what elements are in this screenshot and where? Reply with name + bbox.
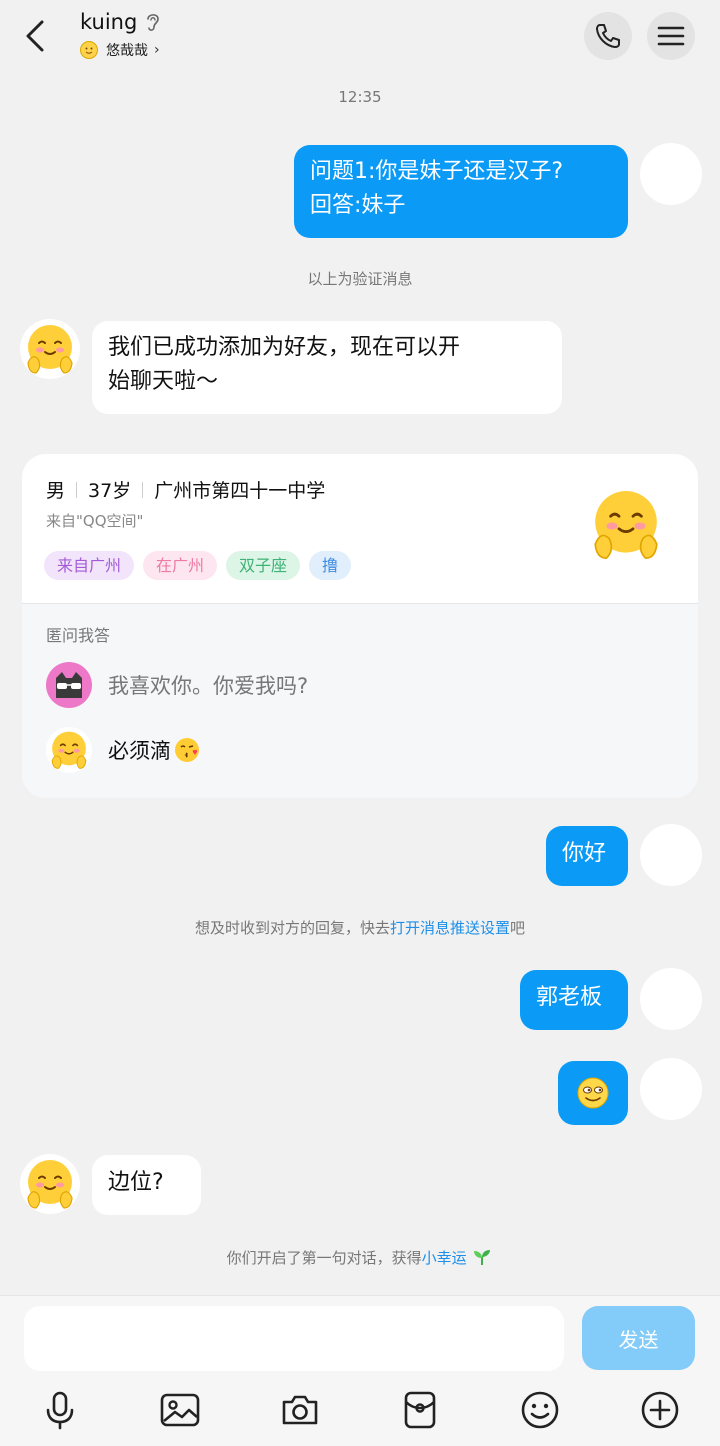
contact-name: kuing bbox=[80, 10, 138, 34]
contact-avatar[interactable] bbox=[20, 1154, 80, 1214]
profile-gender: 男 bbox=[46, 480, 66, 502]
profile-avatar[interactable] bbox=[584, 484, 668, 568]
qa-question: 我喜欢你。你爱我吗? bbox=[46, 662, 308, 708]
tag[interactable]: 双子座 bbox=[226, 551, 301, 580]
image-icon bbox=[160, 1393, 200, 1427]
message-bubble-outgoing[interactable]: 你好 bbox=[546, 826, 628, 886]
anonymous-avatar bbox=[46, 662, 92, 708]
contact-info[interactable]: kuing 悠哉哉 › bbox=[80, 10, 161, 60]
divider bbox=[76, 481, 78, 498]
qa-answer-text: 必须滴 bbox=[108, 739, 171, 763]
friend-added-line2: 始聊天啦～ bbox=[108, 369, 219, 394]
more-button[interactable] bbox=[638, 1388, 682, 1432]
hugging-face-icon bbox=[27, 1160, 73, 1209]
my-avatar[interactable] bbox=[640, 143, 702, 205]
status-text: 悠哉哉 bbox=[106, 43, 148, 59]
emoji-icon bbox=[521, 1391, 559, 1429]
camera-icon bbox=[282, 1395, 318, 1425]
input-bar: 发送 bbox=[0, 1295, 720, 1446]
message-bubble-outgoing[interactable] bbox=[558, 1061, 628, 1125]
qa-question-text: 我喜欢你。你爱我吗? bbox=[108, 674, 309, 698]
message-bubble-outgoing[interactable]: 郭老板 bbox=[520, 970, 628, 1030]
ear-icon bbox=[145, 11, 161, 33]
profile-tags: 来自广州 在广州 双子座 撸 bbox=[44, 551, 352, 580]
tag[interactable]: 来自广州 bbox=[44, 551, 135, 580]
message-bubble-incoming[interactable]: 我们已成功添加为好友，现在可以开 始聊天啦～ bbox=[92, 321, 562, 414]
profile-school: 广州市第四十一中学 bbox=[154, 480, 326, 502]
cat-sunglasses-icon bbox=[56, 672, 82, 698]
sprout-icon bbox=[474, 1250, 491, 1265]
smirk-emoji-icon bbox=[577, 1077, 609, 1109]
verify-question: 问题1:你是妹子还是汉子? bbox=[310, 159, 564, 184]
anonymous-qa-section[interactable]: 匿问我答 我喜欢你。你爱我吗? 必须滴 bbox=[22, 603, 698, 798]
tag[interactable]: 在广州 bbox=[143, 551, 218, 580]
lucky-link[interactable]: 小幸运 bbox=[422, 1249, 467, 1267]
divider bbox=[142, 481, 144, 498]
first-chat-note: 你们开启了第一句对话，获得小幸运 bbox=[0, 1247, 720, 1268]
profile-age: 37岁 bbox=[88, 480, 132, 502]
push-settings-hint: 想及时收到对方的回复，快去打开消息推送设置吧 bbox=[194, 919, 526, 937]
red-packet-button[interactable] bbox=[398, 1388, 442, 1432]
chevron-right-icon: › bbox=[154, 42, 160, 58]
chat-header: kuing 悠哉哉 › bbox=[0, 0, 720, 76]
verify-note: 以上为验证消息 bbox=[307, 270, 413, 288]
my-avatar[interactable] bbox=[640, 824, 702, 886]
phone-icon bbox=[596, 24, 620, 48]
voice-button[interactable] bbox=[38, 1388, 82, 1432]
message-input[interactable] bbox=[24, 1306, 564, 1371]
gallery-button[interactable] bbox=[158, 1388, 202, 1432]
plus-icon bbox=[641, 1391, 679, 1429]
back-button[interactable] bbox=[18, 16, 54, 56]
menu-icon bbox=[657, 26, 685, 46]
verify-answer: 回答:妹子 bbox=[310, 193, 406, 218]
profile-card[interactable]: 男 37岁 广州市第四十一中学 来自"QQ空间" 来自广州 在广州 双子座 撸 … bbox=[22, 454, 698, 798]
friend-added-line1: 我们已成功添加为好友，现在可以开 bbox=[108, 335, 461, 360]
message-bubble-outgoing[interactable]: 问题1:你是妹子还是汉子? 回答:妹子 bbox=[294, 145, 628, 238]
call-button[interactable] bbox=[584, 12, 632, 60]
back-arrow-icon bbox=[26, 20, 44, 52]
push-settings-link[interactable]: 打开消息推送设置 bbox=[390, 919, 510, 937]
emoji-button[interactable] bbox=[518, 1388, 562, 1432]
qa-answer: 必须滴 bbox=[46, 727, 201, 773]
tag[interactable]: 撸 bbox=[309, 551, 352, 580]
send-button[interactable]: 发送 bbox=[582, 1306, 695, 1370]
message-bubble-incoming[interactable]: 边位? bbox=[92, 1155, 201, 1215]
contact-avatar bbox=[46, 727, 92, 773]
contact-avatar[interactable] bbox=[20, 319, 80, 379]
my-avatar[interactable] bbox=[640, 968, 702, 1030]
hugging-face-icon bbox=[27, 325, 73, 374]
status-emoji-icon bbox=[80, 41, 98, 59]
camera-button[interactable] bbox=[278, 1388, 322, 1432]
profile-source: 来自"QQ空间" bbox=[46, 512, 144, 530]
kiss-emoji-icon bbox=[175, 738, 199, 762]
hugging-face-icon bbox=[594, 491, 658, 560]
red-packet-icon bbox=[404, 1391, 436, 1429]
qa-title: 匿问我答 bbox=[46, 626, 111, 645]
mic-icon bbox=[46, 1391, 74, 1430]
my-avatar[interactable] bbox=[640, 1058, 702, 1120]
hugging-face-icon bbox=[51, 731, 87, 769]
message-timestamp: 12:35 bbox=[338, 88, 382, 106]
menu-button[interactable] bbox=[647, 12, 695, 60]
